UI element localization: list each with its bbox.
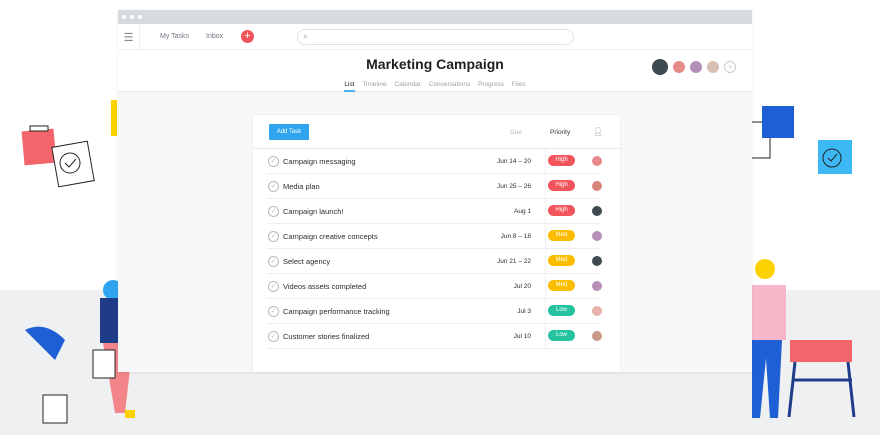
avatar[interactable] <box>652 59 668 75</box>
task-name[interactable]: Campaign creative concepts <box>283 232 378 241</box>
complete-checkmark-icon[interactable]: ✓ <box>268 256 279 267</box>
quick-add-plus-icon[interactable]: + <box>241 30 254 43</box>
task-due-date[interactable]: Jun 8 – 18 <box>501 233 531 240</box>
task-row[interactable]: ✓ Media plan Jun 25 – 26 High <box>267 174 602 199</box>
task-name[interactable]: Media plan <box>283 182 320 191</box>
task-row[interactable]: ✓ Customer stories finalized Jul 10 Low <box>267 324 602 349</box>
priority-badge[interactable]: Low <box>548 330 575 341</box>
task-row[interactable]: ✓ Videos assets completed Jul 20 Med <box>267 274 602 299</box>
task-due-date[interactable]: Jun 21 – 22 <box>497 258 531 265</box>
priority-badge[interactable]: High <box>548 180 575 191</box>
nav-my-tasks[interactable]: My Tasks <box>160 33 189 40</box>
avatar[interactable] <box>690 61 702 73</box>
window-titlebar <box>118 10 752 24</box>
task-name[interactable]: Campaign messaging <box>283 157 356 166</box>
priority-badge[interactable]: Med <box>548 230 575 241</box>
project-header: Marketing Campaign List Timeline Calenda… <box>118 50 752 92</box>
tab-files[interactable]: Files <box>512 81 526 90</box>
task-name[interactable]: Campaign launch! <box>283 207 343 216</box>
task-name[interactable]: Campaign performance tracking <box>283 307 390 316</box>
task-name[interactable]: Customer stories finalized <box>283 332 369 341</box>
priority-badge[interactable]: Med <box>548 255 575 266</box>
priority-badge[interactable]: Med <box>548 280 575 291</box>
assignee-avatar[interactable] <box>592 306 602 316</box>
add-member-plus-icon[interactable]: + <box>724 61 736 73</box>
column-header-priority[interactable]: Priority <box>550 129 570 136</box>
add-task-button[interactable]: Add Task <box>269 124 309 140</box>
clipboard-illustration-right <box>748 106 852 174</box>
task-list-card: Add Task Due Priority 👤︎ ✓ Campaign mess… <box>253 115 620 372</box>
complete-checkmark-icon[interactable]: ✓ <box>268 306 279 317</box>
assignee-avatar[interactable] <box>592 331 602 341</box>
task-row[interactable]: ✓ Campaign creative concepts Jun 8 – 18 … <box>267 224 602 249</box>
window-dot[interactable] <box>122 15 126 19</box>
search-icon: ⌕ <box>303 31 309 41</box>
tab-list[interactable]: List <box>344 81 355 92</box>
task-row[interactable]: ✓ Select agency Jun 21 – 22 Med <box>267 249 602 274</box>
top-nav: ☰ My Tasks Inbox + ⌕ <box>118 24 752 50</box>
assignee-avatar[interactable] <box>592 256 602 266</box>
priority-badge[interactable]: Low <box>548 305 575 316</box>
search-input[interactable]: ⌕ <box>297 29 574 45</box>
task-name[interactable]: Select agency <box>283 257 330 266</box>
task-due-date[interactable]: Aug 1 <box>514 208 531 215</box>
complete-checkmark-icon[interactable]: ✓ <box>268 281 279 292</box>
tab-conversations[interactable]: Conversations <box>429 81 471 90</box>
task-row[interactable]: ✓ Campaign launch! Aug 1 High <box>267 199 602 224</box>
priority-badge[interactable]: High <box>548 155 575 166</box>
window-dot[interactable] <box>130 15 134 19</box>
task-row[interactable]: ✓ Campaign messaging Jun 14 – 20 High <box>267 149 602 174</box>
complete-checkmark-icon[interactable]: ✓ <box>268 331 279 342</box>
task-due-date[interactable]: Jul 20 <box>514 283 531 290</box>
complete-checkmark-icon[interactable]: ✓ <box>268 181 279 192</box>
avatar[interactable] <box>707 61 719 73</box>
assignee-avatar[interactable] <box>592 206 602 216</box>
hamburger-menu-icon[interactable]: ☰ <box>118 24 140 50</box>
nav-inbox[interactable]: Inbox <box>206 33 223 40</box>
avatar[interactable] <box>673 61 685 73</box>
assignee-avatar[interactable] <box>592 231 602 241</box>
complete-checkmark-icon[interactable]: ✓ <box>268 206 279 217</box>
task-row[interactable]: ✓ Campaign performance tracking Jul 3 Lo… <box>267 299 602 324</box>
task-due-date[interactable]: Jul 10 <box>514 333 531 340</box>
task-due-date[interactable]: Jun 14 – 20 <box>497 158 531 165</box>
tab-timeline[interactable]: Timeline <box>362 81 386 90</box>
clipboard-illustration-left <box>21 100 117 188</box>
column-header-due[interactable]: Due <box>510 129 522 136</box>
task-due-date[interactable]: Jun 25 – 26 <box>497 183 531 190</box>
window-dot[interactable] <box>138 15 142 19</box>
project-members: + <box>652 59 736 75</box>
task-name[interactable]: Videos assets completed <box>283 282 366 291</box>
assignee-avatar[interactable] <box>592 181 602 191</box>
assignee-avatar[interactable] <box>592 281 602 291</box>
assignee-column-user-icon[interactable]: 👤︎ <box>593 127 603 136</box>
priority-badge[interactable]: High <box>548 205 575 216</box>
tab-progress[interactable]: Progress <box>478 81 504 90</box>
tab-calendar[interactable]: Calendar <box>394 81 420 90</box>
complete-checkmark-icon[interactable]: ✓ <box>268 156 279 167</box>
project-tabs: List Timeline Calendar Conversations Pro… <box>118 81 752 92</box>
complete-checkmark-icon[interactable]: ✓ <box>268 231 279 242</box>
assignee-avatar[interactable] <box>592 156 602 166</box>
task-due-date[interactable]: Jul 3 <box>517 308 531 315</box>
